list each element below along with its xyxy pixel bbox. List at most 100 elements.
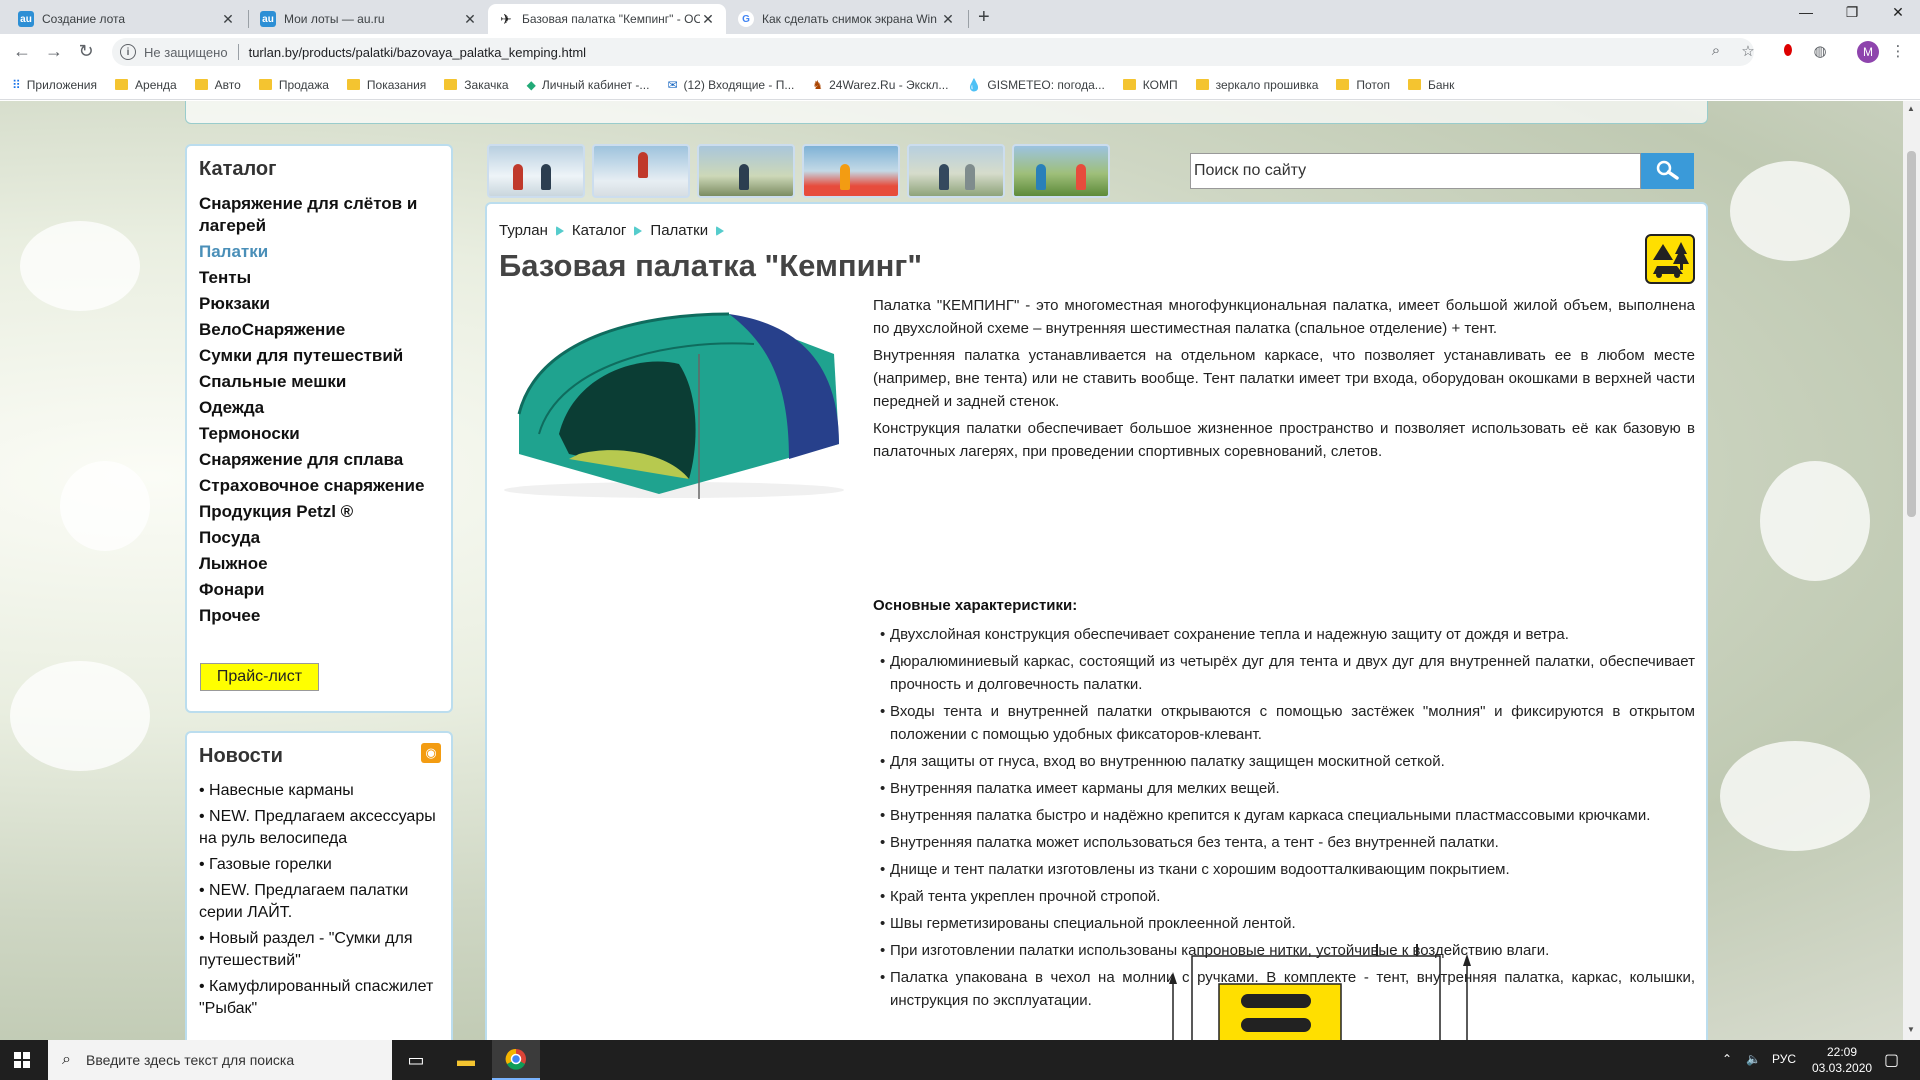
- info-icon[interactable]: i: [120, 44, 136, 60]
- catalog-item-sleeping-bags[interactable]: Спальные мешки: [199, 371, 443, 393]
- catalog-item-clothing[interactable]: Одежда: [199, 397, 443, 419]
- bookmark-sale[interactable]: Продажа: [258, 78, 329, 92]
- google-favicon-icon: G: [738, 11, 754, 27]
- profile-avatar[interactable]: M: [1857, 41, 1879, 63]
- news-item[interactable]: • Газовые горелки: [199, 854, 443, 876]
- photo-cycling[interactable]: [697, 144, 795, 198]
- news-panel: Новости ◉ • Навесные карманы • NEW. Пред…: [185, 731, 453, 1040]
- url-text[interactable]: turlan.by/products/palatki/bazovaya_pala…: [249, 45, 586, 60]
- bookmark-gismeteo[interactable]: 💧 GISMETEO: погода...: [966, 78, 1104, 92]
- spec-item: Для защиты от гнуса, вход во внутреннюю …: [880, 750, 1695, 773]
- description-paragraph: Палатка "КЕМПИНГ" - это многоместная мно…: [873, 297, 1695, 337]
- catalog-item-lights[interactable]: Фонари: [199, 579, 443, 601]
- bookmark-rent[interactable]: Аренда: [115, 78, 177, 92]
- windows-start-icon[interactable]: [14, 1052, 30, 1068]
- news-item[interactable]: • NEW. Предлагаем палатки серии ЛАЙТ.: [199, 880, 443, 924]
- bookmark-bank[interactable]: Банк: [1407, 78, 1454, 92]
- close-tab-icon[interactable]: ✕: [700, 11, 716, 28]
- news-item[interactable]: • Камуфлированный спасжилет "Рыбак": [199, 976, 443, 1020]
- scrollbar-thumb[interactable]: [1907, 151, 1916, 517]
- chrome-taskbar-icon[interactable]: [492, 1040, 540, 1080]
- language-indicator[interactable]: РУС: [1772, 1052, 1796, 1066]
- news-title: Новости: [199, 745, 283, 767]
- description-paragraph: Внутренняя палатка устанавливается на от…: [873, 347, 1695, 410]
- bookmark-download[interactable]: Закачка: [444, 78, 509, 92]
- taskbar-clock[interactable]: 22:09 03.03.2020: [1812, 1044, 1872, 1076]
- catalog-item-backpacks[interactable]: Рюкзаки: [199, 293, 443, 315]
- photo-orienteering[interactable]: [1012, 144, 1110, 198]
- catalog-item-tents[interactable]: Палатки: [199, 241, 443, 263]
- catalog-item-camp-gear[interactable]: Снаряжение для слётов и лагерей: [199, 193, 443, 237]
- bookmark-cabinet[interactable]: ◆ Личный кабинет -...: [527, 78, 650, 92]
- folder-icon: [1195, 79, 1209, 90]
- page-scrollbar[interactable]: ▲ ▼: [1903, 101, 1920, 1040]
- catalog-item-other[interactable]: Прочее: [199, 605, 443, 627]
- catalog-item-awnings[interactable]: Тенты: [199, 267, 443, 289]
- back-icon[interactable]: ←: [10, 41, 34, 62]
- opera-extension-icon[interactable]: ⬮: [1778, 42, 1798, 59]
- breadcrumb-arrow-icon: [716, 225, 725, 236]
- search-button[interactable]: [1641, 153, 1694, 189]
- photo-hiking[interactable]: [907, 144, 1005, 198]
- task-view-icon[interactable]: ▭: [392, 1040, 440, 1080]
- menu-icon[interactable]: ⋮: [1888, 42, 1908, 60]
- catalog-item-safety[interactable]: Страховочное снаряжение: [199, 475, 443, 497]
- bookmark-star-icon[interactable]: ☆: [1738, 42, 1758, 60]
- tab-screenshot-help[interactable]: G Как сделать снимок экрана Win ✕: [728, 4, 966, 34]
- tray-chevron-icon[interactable]: ⌃: [1722, 1052, 1732, 1066]
- file-explorer-icon[interactable]: ▬: [442, 1040, 490, 1080]
- breadcrumb-catalog[interactable]: Каталог: [572, 222, 627, 239]
- scroll-up-icon[interactable]: ▲: [1907, 104, 1915, 113]
- bookmark-firmware[interactable]: зеркало прошивка: [1195, 78, 1318, 92]
- news-item[interactable]: • Новый раздел - "Сумки для путешествий": [199, 928, 443, 972]
- breadcrumb-tents[interactable]: Палатки: [650, 222, 708, 239]
- close-tab-icon[interactable]: ✕: [940, 11, 956, 28]
- tent-product-image[interactable]: [499, 294, 849, 504]
- close-tab-icon[interactable]: ✕: [220, 11, 236, 28]
- bookmark-komp[interactable]: КОМП: [1122, 78, 1178, 92]
- vpn-extension-icon[interactable]: ◍: [1810, 42, 1830, 60]
- tab-my-lots[interactable]: au Мои лоты — au.ru ✕: [250, 4, 488, 34]
- new-tab-button[interactable]: +: [978, 6, 990, 29]
- address-bar[interactable]: i Не защищено turlan.by/products/palatki…: [112, 38, 1754, 66]
- price-list-button[interactable]: Прайс-лист: [200, 663, 319, 691]
- catalog-title: Каталог: [199, 158, 277, 180]
- tab-create-lot[interactable]: au Создание лота ✕: [8, 4, 246, 34]
- breadcrumb-home[interactable]: Турлан: [499, 222, 548, 239]
- maximize-icon[interactable]: ❐: [1832, 4, 1872, 21]
- bookmark-apps[interactable]: ⠿ Приложения: [12, 78, 97, 92]
- news-item[interactable]: • NEW. Предлагаем аксессуары на руль вел…: [199, 806, 443, 850]
- scroll-down-icon[interactable]: ▼: [1907, 1025, 1915, 1034]
- photo-skiing[interactable]: [487, 144, 585, 198]
- photo-climbing[interactable]: [592, 144, 690, 198]
- bookmark-flood[interactable]: Потоп: [1336, 78, 1390, 92]
- close-tab-icon[interactable]: ✕: [462, 11, 478, 28]
- reload-icon[interactable]: ↻: [74, 41, 98, 62]
- volume-icon[interactable]: 🔈: [1746, 1052, 1761, 1066]
- catalog-item-rafting[interactable]: Снаряжение для сплава: [199, 449, 443, 471]
- news-item[interactable]: • Навесные карманы: [199, 780, 443, 802]
- catalog-item-bike-gear[interactable]: ВелоСнаряжение: [199, 319, 443, 341]
- bookmark-auto[interactable]: Авто: [194, 78, 241, 92]
- site-search-input[interactable]: [1190, 153, 1641, 189]
- product-description: Палатка "КЕМПИНГ" - это многоместная мно…: [873, 294, 1695, 467]
- close-window-icon[interactable]: ✕: [1878, 4, 1918, 21]
- bookmark-readings[interactable]: Показания: [346, 78, 426, 92]
- zoom-icon[interactable]: ⌕: [1706, 42, 1726, 59]
- bookmark-warez[interactable]: ♞ 24Warez.Ru - Экскл...: [812, 78, 948, 92]
- catalog-item-thermosocks[interactable]: Термоноски: [199, 423, 443, 445]
- apps-icon: ⠿: [12, 77, 21, 92]
- forward-icon[interactable]: →: [42, 41, 66, 62]
- tab-camping-tent[interactable]: ✈ Базовая палатка "Кемпинг" - ОО ✕: [488, 4, 726, 34]
- catalog-item-petzl[interactable]: Продукция Petzl ®: [199, 501, 443, 523]
- notifications-icon[interactable]: ▢: [1884, 1050, 1899, 1070]
- spec-item: Дюралюминиевый каркас, состоящий из четы…: [880, 650, 1695, 696]
- minimize-icon[interactable]: —: [1786, 4, 1826, 20]
- bookmark-inbox[interactable]: ✉ (12) Входящие - П...: [667, 78, 794, 92]
- catalog-item-travel-bags[interactable]: Сумки для путешествий: [199, 345, 443, 367]
- photo-rafting[interactable]: [802, 144, 900, 198]
- catalog-item-ski[interactable]: Лыжное: [199, 553, 443, 575]
- rss-icon[interactable]: ◉: [421, 743, 441, 763]
- taskbar-search[interactable]: ⌕ Введите здесь текст для поиска: [48, 1040, 392, 1080]
- catalog-item-dishes[interactable]: Посуда: [199, 527, 443, 549]
